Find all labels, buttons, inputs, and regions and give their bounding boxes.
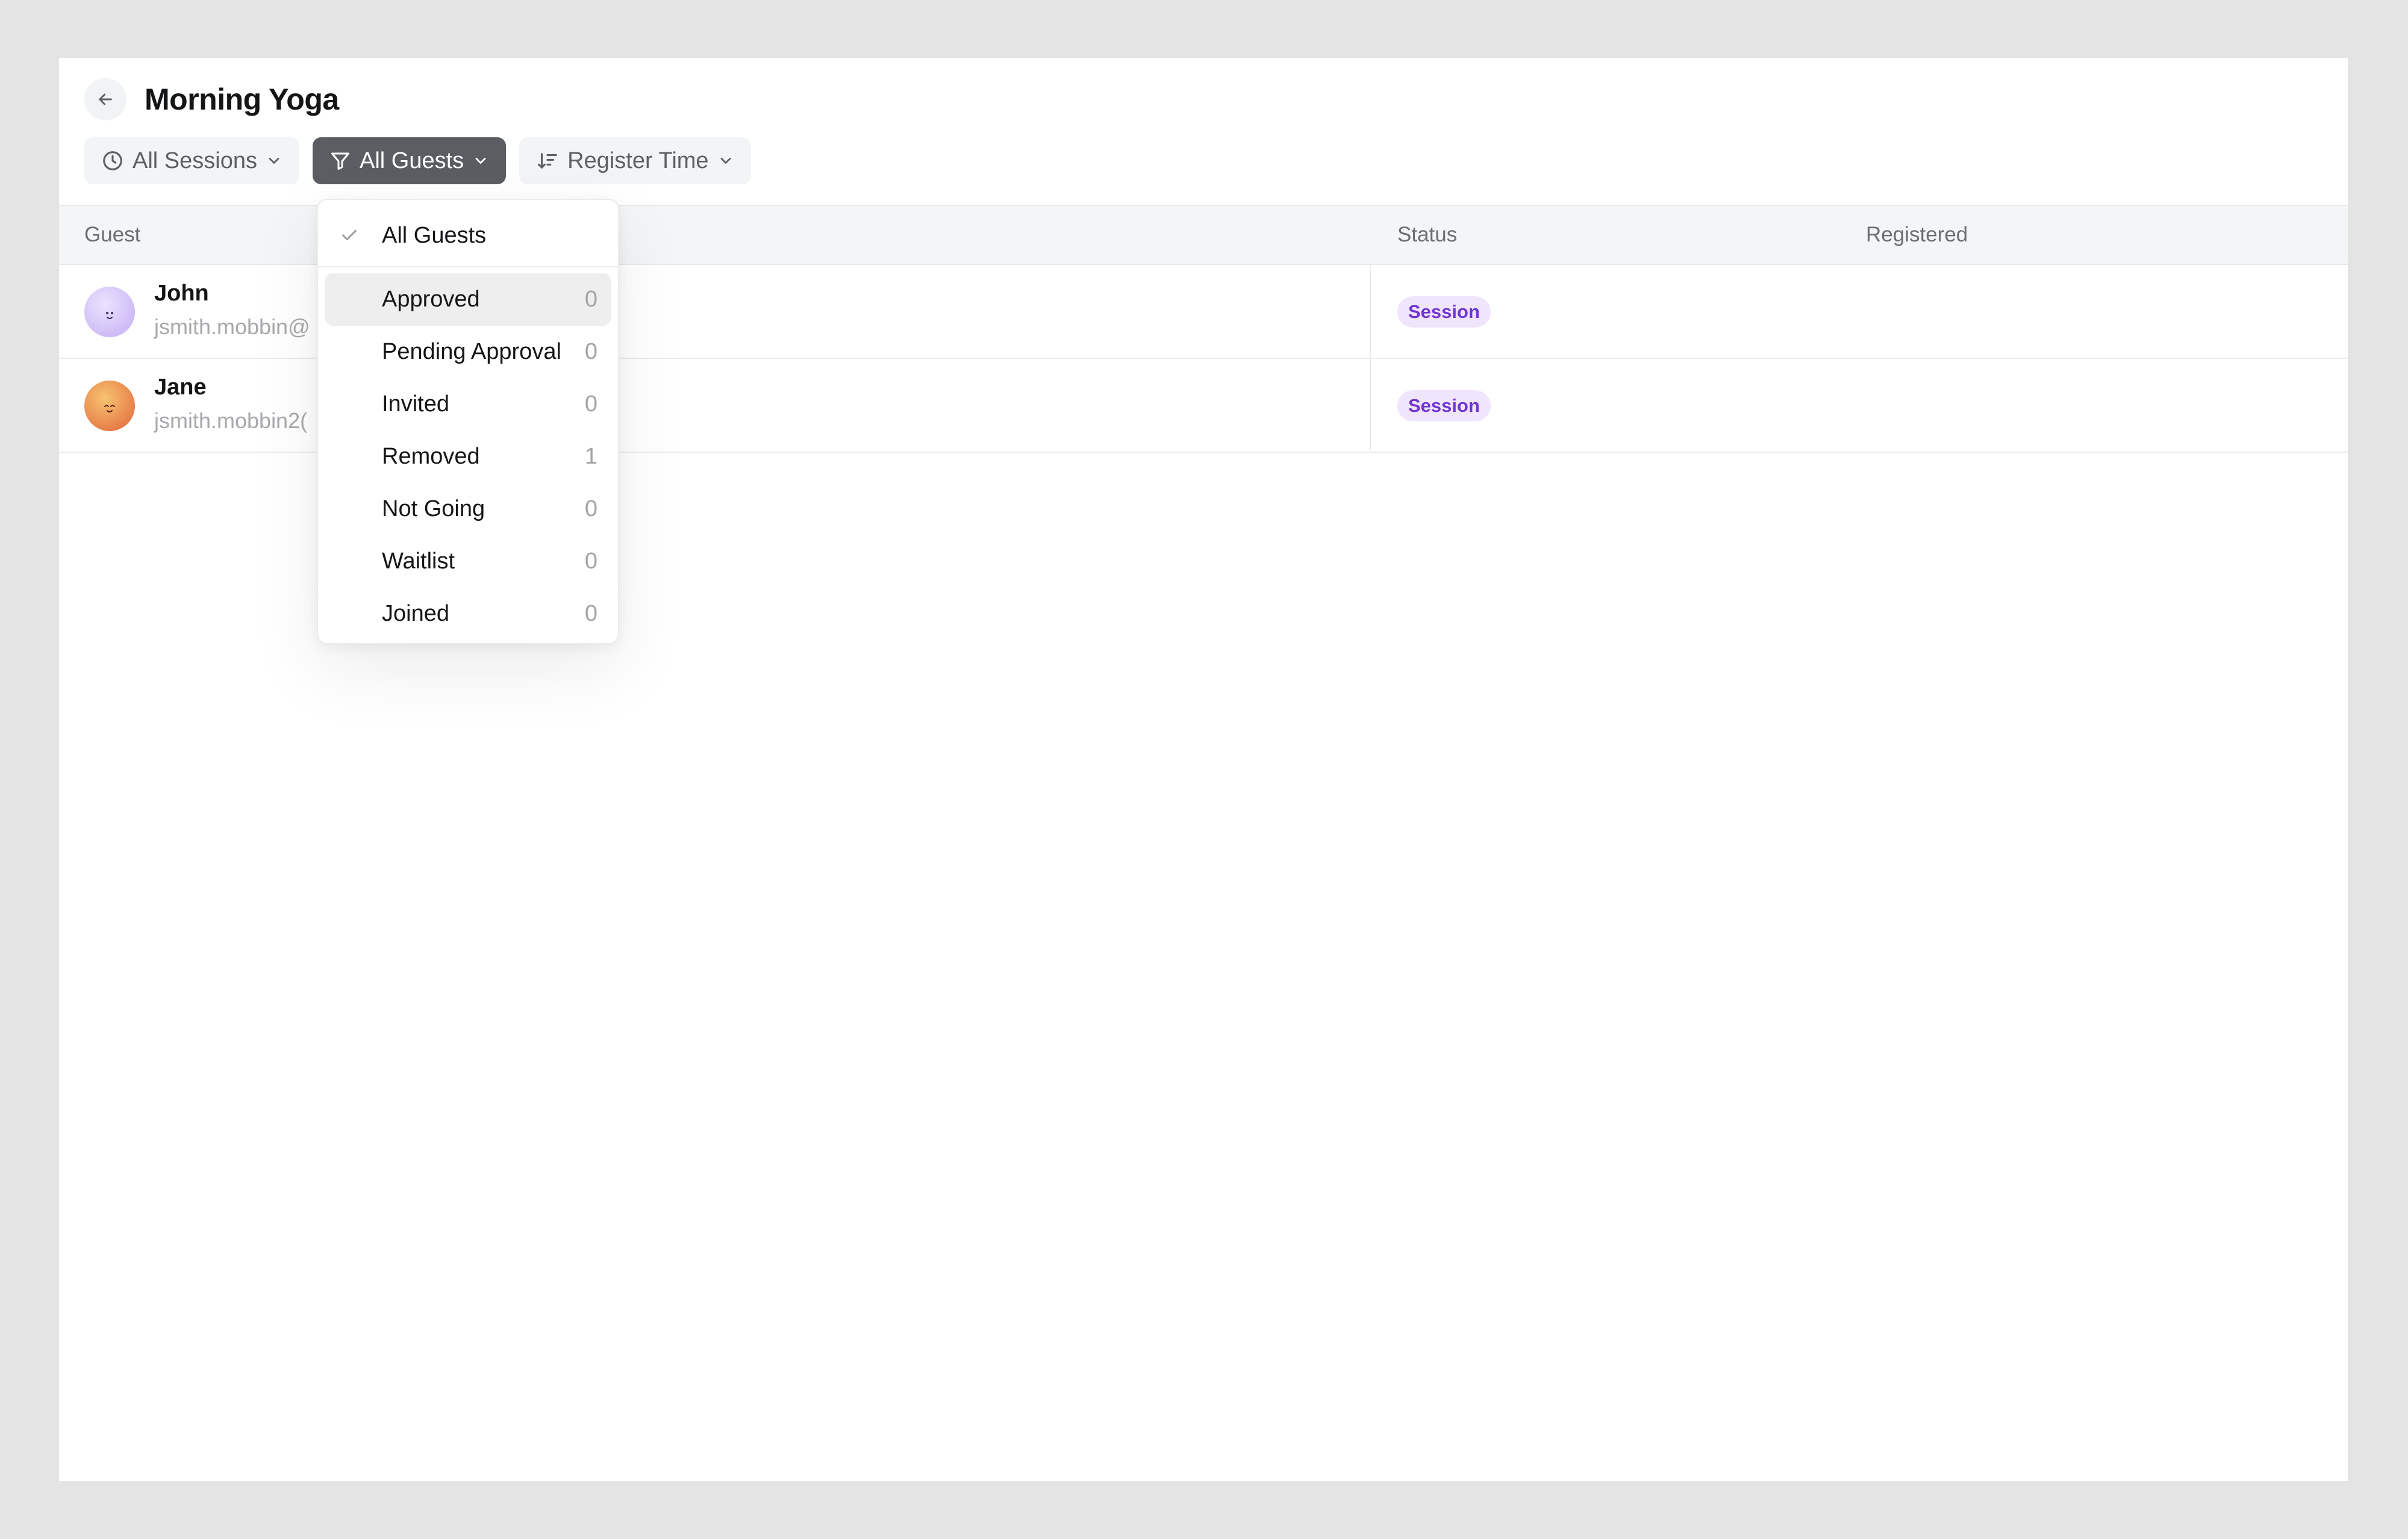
avatar (84, 287, 135, 337)
clock-icon (101, 149, 124, 172)
dropdown-item-count: 0 (584, 339, 597, 364)
filter-toolbar: All Sessions All Guests Register Time (84, 137, 764, 184)
status-badge: Session (1397, 296, 1491, 328)
column-header-status[interactable]: Status (1397, 206, 1457, 264)
dropdown-item-joined[interactable]: Joined 0 (325, 588, 611, 640)
chevron-down-icon (266, 152, 282, 169)
dropdown-item-count: 0 (584, 549, 597, 574)
dropdown-item-waitlist[interactable]: Waitlist 0 (325, 535, 611, 588)
filter-icon (329, 150, 351, 172)
dropdown-item-label: Waitlist (382, 549, 455, 574)
dropdown-item-label: Not Going (382, 496, 485, 521)
sort-icon (536, 149, 559, 172)
dropdown-item-approved[interactable]: Approved 0 (325, 273, 611, 326)
face-icon (104, 405, 115, 412)
status-badge: Session (1397, 390, 1491, 421)
dropdown-item-not-going[interactable]: Not Going 0 (325, 483, 611, 535)
dropdown-divider (318, 266, 618, 267)
sort-button[interactable]: Register Time (519, 137, 751, 184)
dropdown-item-label: Approved (382, 287, 480, 312)
guest-name: Jane (154, 375, 207, 400)
avatar (84, 381, 135, 431)
arrow-left-icon (99, 93, 112, 105)
guest-email: jsmith.mobbin@ (154, 314, 310, 339)
face-icon (106, 312, 113, 319)
back-button[interactable] (84, 78, 126, 120)
guest-email: jsmith.mobbin2( (154, 408, 308, 433)
dropdown-item-count: 0 (584, 391, 597, 417)
guest-list-panel: Morning Yoga All Sessions All Guests Reg… (59, 58, 2348, 1481)
dropdown-item-all-guests[interactable]: All Guests (325, 207, 611, 264)
dropdown-item-count: 0 (584, 496, 597, 521)
guest-filter-dropdown: All Guests Approved 0 Pending Approval 0… (317, 199, 619, 644)
dropdown-item-invited[interactable]: Invited 0 (325, 378, 611, 431)
page-header: Morning Yoga (84, 78, 339, 120)
dropdown-item-label: Invited (382, 391, 449, 417)
dropdown-item-label: Pending Approval (382, 339, 561, 364)
check-icon (338, 224, 360, 249)
chevron-down-icon (472, 152, 489, 169)
dropdown-item-count: 0 (584, 287, 597, 312)
dropdown-item-label: Joined (382, 601, 449, 626)
dropdown-item-pending-approval[interactable]: Pending Approval 0 (325, 326, 611, 378)
guests-filter-label: All Guests (359, 148, 464, 173)
guest-name: John (154, 281, 209, 306)
column-header-registered[interactable]: Registered (1866, 206, 1968, 264)
dropdown-item-label: All Guests (382, 222, 487, 248)
guests-filter-button[interactable]: All Guests (312, 137, 507, 184)
chevron-down-icon (717, 152, 734, 169)
dropdown-item-label: Removed (382, 444, 480, 469)
dropdown-item-count: 1 (584, 444, 597, 469)
page-title: Morning Yoga (145, 82, 339, 116)
sessions-filter-label: All Sessions (133, 148, 257, 173)
sort-label: Register Time (567, 148, 709, 173)
dropdown-item-removed[interactable]: Removed 1 (325, 431, 611, 483)
dropdown-item-count: 0 (584, 601, 597, 626)
sessions-filter-button[interactable]: All Sessions (84, 137, 299, 184)
column-header-guest[interactable]: Guest (84, 206, 140, 264)
